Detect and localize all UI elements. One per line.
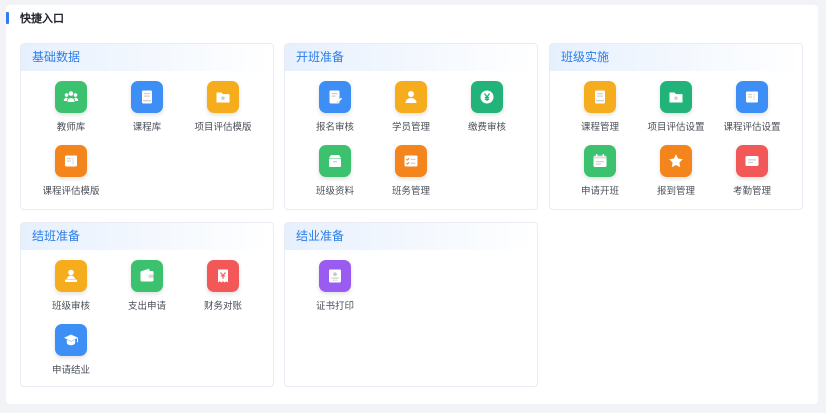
shortcut-tile[interactable]: 教师库 <box>33 81 109 145</box>
shortcut-tile[interactable]: 班级审核 <box>33 260 109 324</box>
shortcut-label: 课程管理 <box>580 122 619 133</box>
yen-icon <box>471 81 503 113</box>
graduation-cap-icon <box>55 324 87 356</box>
shortcut-label: 报到管理 <box>656 186 695 197</box>
users-icon <box>55 81 87 113</box>
shortcut-tile[interactable]: 课程管理 <box>562 81 638 145</box>
shortcut-tile[interactable]: 报到管理 <box>638 145 714 209</box>
wallet-icon <box>131 260 163 292</box>
panel-title: 快捷入口 <box>20 12 64 25</box>
shortcut-tile[interactable]: 报名审核 <box>297 81 373 145</box>
folder-star-icon <box>207 81 239 113</box>
shortcut-tile[interactable]: 班务管理 <box>373 145 449 209</box>
shortcut-label: 学员管理 <box>391 122 430 133</box>
shortcut-label: 申请结业 <box>51 365 90 376</box>
shortcut-label: 申请开班 <box>580 186 619 197</box>
shortcut-label: 教师库 <box>56 122 86 133</box>
shortcut-tile[interactable]: 证书打印 <box>297 260 373 324</box>
book-icon <box>584 81 616 113</box>
shortcut-label: 课程评估模版 <box>42 186 100 197</box>
shortcut-label: 报名审核 <box>315 122 354 133</box>
id-card-icon <box>736 145 768 177</box>
archive-icon <box>319 145 351 177</box>
section-card-class-closing: 结班准备班级审核 支出申请 财务对账申请结业 <box>20 222 274 387</box>
shortcut-grid: 教师库 课程库 项目评估模版课程评估模版 <box>21 71 273 209</box>
certificate-icon <box>319 260 351 292</box>
section-card-basic-data: 基础数据教师库 课程库 项目评估模版课程评估模版 <box>20 43 274 210</box>
shortcut-grid: 报名审核 学员管理 缴费审核班级资料 班务管理 <box>285 71 537 209</box>
user-icon <box>395 81 427 113</box>
shortcut-label: 班级审核 <box>51 301 90 312</box>
section-card-class-implement: 班级实施课程管理 项目评估设置 课程评估设置申请开班 报到管理 考勤管理 <box>549 43 803 210</box>
shortcut-label: 考勤管理 <box>732 186 771 197</box>
shortcut-grid: 证书打印 <box>285 250 537 324</box>
shortcut-tile[interactable]: 项目评估设置 <box>638 81 714 145</box>
shortcut-label: 支出申请 <box>127 301 166 312</box>
shortcut-tile[interactable]: 课程库 <box>109 81 185 145</box>
shortcut-label: 课程评估设置 <box>723 122 781 133</box>
section-title: 开班准备 <box>285 44 537 71</box>
section-title: 结业准备 <box>285 223 537 250</box>
shortcut-tile[interactable]: 缴费审核 <box>449 81 525 145</box>
shortcut-grid: 班级审核 支出申请 财务对账申请结业 <box>21 250 273 386</box>
shortcut-label: 证书打印 <box>315 301 354 312</box>
shortcut-tile[interactable]: 申请开班 <box>562 145 638 209</box>
shortcut-tile[interactable]: 课程评估设置 <box>714 81 790 145</box>
star-icon <box>660 145 692 177</box>
section-card-graduation-prep: 结业准备证书打印 <box>284 222 538 387</box>
shortcut-tile[interactable]: 支出申请 <box>109 260 185 324</box>
shortcut-label: 项目评估模版 <box>194 122 252 133</box>
shortcut-label: 缴费审核 <box>467 122 506 133</box>
section-title: 班级实施 <box>550 44 802 71</box>
shortcut-label: 班务管理 <box>391 186 430 197</box>
receipt-icon <box>207 260 239 292</box>
shortcut-grid: 课程管理 项目评估设置 课程评估设置申请开班 报到管理 考勤管理 <box>550 71 802 209</box>
calendar-icon <box>584 145 616 177</box>
user-stamp-icon <box>55 260 87 292</box>
shortcut-tile[interactable]: 课程评估模版 <box>33 145 109 209</box>
shortcut-tile[interactable]: 学员管理 <box>373 81 449 145</box>
book-open-icon <box>736 81 768 113</box>
book-icon <box>131 81 163 113</box>
section-title: 基础数据 <box>21 44 273 71</box>
shortcut-tile[interactable]: 申请结业 <box>33 324 109 386</box>
shortcut-label: 班级资料 <box>315 186 354 197</box>
edit-doc-icon <box>319 81 351 113</box>
shortcut-tile[interactable]: 考勤管理 <box>714 145 790 209</box>
shortcut-tile[interactable]: 财务对账 <box>185 260 261 324</box>
shortcut-label: 课程库 <box>132 122 162 133</box>
shortcut-label: 财务对账 <box>203 301 242 312</box>
section-card-class-prep: 开班准备报名审核 学员管理 缴费审核班级资料 班务管理 <box>284 43 538 210</box>
title-accent-bar <box>6 12 9 24</box>
panel-header: 快捷入口 <box>6 10 64 26</box>
shortcut-tile[interactable]: 班级资料 <box>297 145 373 209</box>
section-title: 结班准备 <box>21 223 273 250</box>
folder-star-icon <box>660 81 692 113</box>
shortcut-label: 项目评估设置 <box>647 122 705 133</box>
shortcut-tile[interactable]: 项目评估模版 <box>185 81 261 145</box>
book-open-icon <box>55 145 87 177</box>
list-check-icon <box>395 145 427 177</box>
